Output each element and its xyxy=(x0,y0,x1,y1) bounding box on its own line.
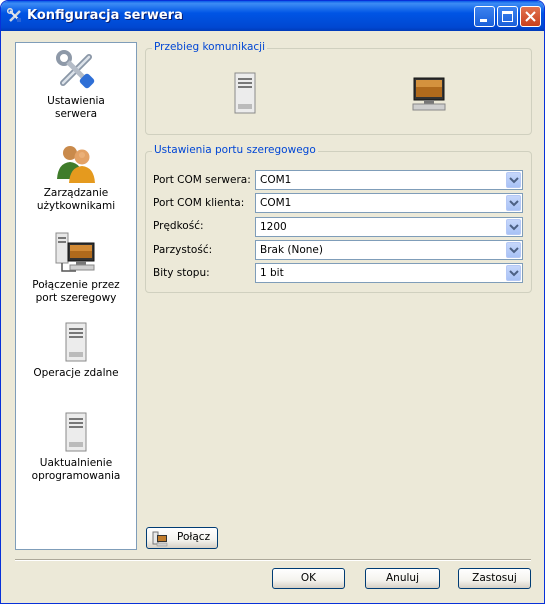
connect-button-label: Połącz xyxy=(177,531,211,543)
connect-button[interactable]: Połącz xyxy=(146,527,218,549)
sidebar-item-server-settings[interactable]: Ustawienia serwera xyxy=(16,49,136,121)
maximize-button[interactable] xyxy=(497,6,518,27)
sidebar-item-software-update[interactable]: Uaktualnienie oprogramowania xyxy=(16,411,136,483)
maximize-icon xyxy=(502,11,513,22)
users-icon xyxy=(57,146,95,183)
stop-bits-label: Bity stopu: xyxy=(153,267,210,279)
close-button[interactable] xyxy=(520,6,541,27)
baud-rate-select[interactable]: 1200 xyxy=(255,217,523,237)
sidebar-item-user-management[interactable]: Zarządzanie użytkownikami xyxy=(16,141,136,213)
communication-title: Przebieg komunikacji xyxy=(152,41,268,53)
parity-select[interactable]: Brak (None) xyxy=(255,240,523,260)
server-com-port-label: Port COM serwera: xyxy=(153,174,251,186)
serial-settings-title: Ustawienia portu szeregowego xyxy=(152,144,318,156)
window-title: Konfiguracja serwera xyxy=(27,8,183,23)
client-computer-icon xyxy=(412,77,446,111)
server-config-window: Konfiguracja serwera Ustawienia serwera xyxy=(0,0,545,604)
parity-label: Parzystość: xyxy=(153,244,213,256)
sidebar-item-label: Uaktualnienie oprogramowania xyxy=(31,457,121,482)
tools-icon xyxy=(56,50,95,89)
chevron-down-icon[interactable] xyxy=(506,242,521,258)
sidebar-item-label: Operacje zdalne xyxy=(33,367,119,379)
minimize-button[interactable] xyxy=(474,6,495,27)
sidebar-item-serial-connection[interactable]: Połączenie przez port szeregowy xyxy=(16,231,136,305)
chevron-down-icon[interactable] xyxy=(506,265,521,281)
communication-group: Przebieg komunikacji xyxy=(145,41,532,135)
sidebar-item-label: Zarządzanie użytkownikami xyxy=(36,187,116,212)
sidebar: Ustawienia serwera Zarządzanie użytkowni… xyxy=(15,42,137,550)
client-com-port-select[interactable]: COM1 xyxy=(255,193,523,213)
tools-icon xyxy=(7,8,21,22)
chevron-down-icon[interactable] xyxy=(506,219,521,235)
server-update-icon xyxy=(65,412,87,452)
serial-connection-icon xyxy=(55,232,95,272)
chevron-down-icon[interactable] xyxy=(506,172,521,188)
server-icon xyxy=(234,72,256,114)
server-com-port-select[interactable]: COM1 xyxy=(255,170,523,190)
sidebar-item-label: Ustawienia serwera xyxy=(47,95,105,120)
footer-separator xyxy=(15,559,531,561)
close-icon xyxy=(525,11,536,22)
sidebar-item-label: Połączenie przez port szeregowy xyxy=(32,279,120,304)
server-icon xyxy=(65,322,87,362)
cancel-button[interactable]: Anuluj xyxy=(365,568,440,589)
sidebar-item-remote-operations[interactable]: Operacje zdalne xyxy=(16,321,136,380)
chevron-down-icon[interactable] xyxy=(506,195,521,211)
stop-bits-select[interactable]: 1 bit xyxy=(255,263,523,283)
baud-rate-label: Prędkość: xyxy=(153,220,204,232)
title-bar[interactable]: Konfiguracja serwera xyxy=(1,1,544,31)
ok-button[interactable]: OK xyxy=(272,568,345,589)
serial-connection-icon xyxy=(152,531,168,547)
client-com-port-label: Port COM klienta: xyxy=(153,197,245,209)
apply-button[interactable]: Zastosuj xyxy=(458,568,531,589)
minimize-icon xyxy=(480,19,487,22)
